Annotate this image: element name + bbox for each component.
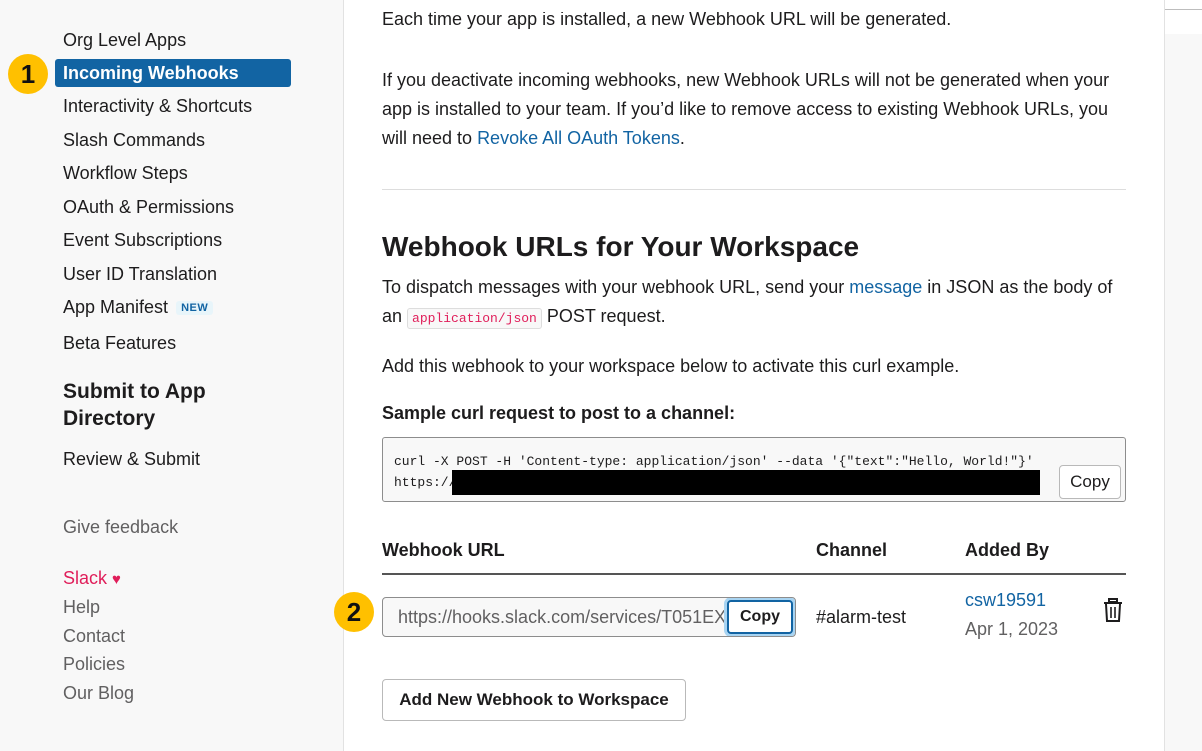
slack-label: Slack xyxy=(63,568,108,588)
footer-link-help[interactable]: Help xyxy=(63,597,100,618)
curl-example-box: curl -X POST -H 'Content-type: applicati… xyxy=(382,437,1126,502)
installed-note: Each time your app is installed, a new W… xyxy=(382,12,952,29)
dispatch-text-3: POST request. xyxy=(541,306,666,326)
sidebar-item-workflow-steps[interactable]: Workflow Steps xyxy=(63,163,188,184)
section-title: Webhook URLs for Your Workspace xyxy=(382,231,860,262)
sidebar-item-event-subscriptions[interactable]: Event Subscriptions xyxy=(63,230,222,251)
column-header-webhook-url: Webhook URL xyxy=(382,540,505,560)
revoke-tokens-link[interactable]: Revoke All OAuth Tokens xyxy=(477,128,680,148)
add-new-webhook-button[interactable]: Add New Webhook to Workspace xyxy=(382,679,686,721)
sidebar-item-user-id-translation[interactable]: User ID Translation xyxy=(63,264,217,285)
add-webhook-note: Add this webhook to your workspace below… xyxy=(382,356,960,376)
step-marker-2: 2 xyxy=(334,592,374,632)
content-type-code: application/json xyxy=(407,308,542,329)
sidebar-item-label: App Manifest xyxy=(63,297,169,317)
step-marker-1: 1 xyxy=(8,54,48,94)
message-link[interactable]: message xyxy=(849,277,922,297)
heart-icon: ♥ xyxy=(112,571,121,588)
webhook-copy-button[interactable]: Copy xyxy=(727,600,793,634)
footer-link-our-blog[interactable]: Our Blog xyxy=(63,683,134,704)
sidebar-item-slash-commands[interactable]: Slash Commands xyxy=(63,130,205,151)
channel-cell: #alarm-test xyxy=(816,607,907,627)
table-header-divider xyxy=(382,573,1126,575)
sample-curl-label: Sample curl request to post to a channel… xyxy=(382,403,736,423)
give-feedback-link[interactable]: Give feedback xyxy=(63,517,178,538)
sidebar-item-org-level-apps[interactable]: Org Level Apps xyxy=(63,30,186,51)
footer-link-contact[interactable]: Contact xyxy=(63,626,125,647)
sidebar: Org Level Apps Incoming Webhooks Interac… xyxy=(0,0,344,751)
added-by-user-link[interactable]: csw19591 xyxy=(965,590,1046,611)
column-header-channel: Channel xyxy=(816,540,888,560)
added-date: Apr 1, 2023 xyxy=(965,619,1059,639)
sidebar-item-app-manifest[interactable]: App Manifest NEW xyxy=(63,297,214,318)
period-text: . xyxy=(679,128,685,148)
curl-copy-button[interactable]: Copy xyxy=(1059,465,1121,499)
column-header-added-by: Added By xyxy=(965,540,1050,560)
sidebar-item-interactivity-shortcuts[interactable]: Interactivity & Shortcuts xyxy=(63,96,252,117)
footer-link-policies[interactable]: Policies xyxy=(63,654,125,675)
redacted-url xyxy=(452,470,1040,495)
sidebar-item-review-submit[interactable]: Review & Submit xyxy=(63,449,200,470)
sidebar-section-heading: Submit to App Directory xyxy=(63,380,206,430)
dispatch-text-1: To dispatch messages with your webhook U… xyxy=(382,277,850,297)
cut-off-text: Each time your app is installed, a new W… xyxy=(382,12,1126,34)
webhook-url-field[interactable]: https://hooks.slack.com/services/T051EXX… xyxy=(382,597,796,637)
sidebar-item-beta-features[interactable]: Beta Features xyxy=(63,333,176,354)
deactivate-paragraph: If you deactivate incoming webhooks, new… xyxy=(382,66,1126,153)
sidebar-item-incoming-webhooks[interactable]: Incoming Webhooks xyxy=(55,59,291,87)
trash-icon[interactable] xyxy=(1102,598,1124,624)
sidebar-item-oauth-permissions[interactable]: OAuth & Permissions xyxy=(63,197,234,218)
curl-line-1: curl -X POST -H 'Content-type: applicati… xyxy=(394,454,1034,469)
curl-line-2: https:// xyxy=(394,475,457,490)
section-divider xyxy=(382,189,1126,190)
slack-footer-link[interactable]: Slack ♥ xyxy=(63,568,121,589)
new-badge: NEW xyxy=(176,301,214,315)
dispatch-paragraph: To dispatch messages with your webhook U… xyxy=(382,273,1126,333)
main-content: Each time your app is installed, a new W… xyxy=(344,0,1165,751)
